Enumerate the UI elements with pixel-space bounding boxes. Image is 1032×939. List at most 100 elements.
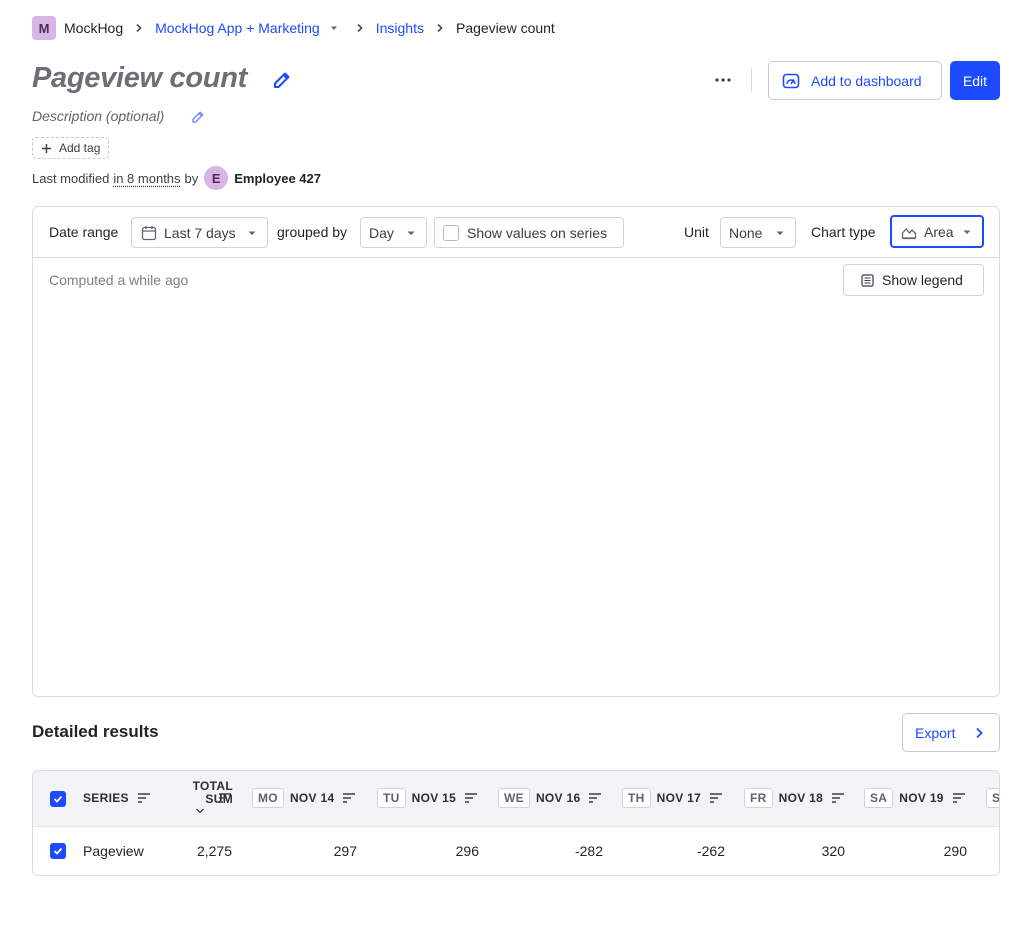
select-all-checkbox[interactable] (50, 791, 66, 807)
more-options-button[interactable] (706, 66, 740, 94)
last-modified-by: by (184, 170, 199, 186)
divider (751, 68, 752, 92)
caret-down-icon (960, 225, 974, 239)
chart-type-select[interactable]: Area (890, 215, 984, 248)
chevron-down-icon (195, 807, 205, 817)
user-name: Employee 427 (234, 170, 321, 186)
last-modified: Last modified in 8 months by E Employee … (32, 166, 321, 190)
breadcrumb: M MockHog MockHog App + Marketing Insigh… (32, 16, 555, 40)
column-day-0[interactable]: MO NOV 14 (252, 788, 356, 808)
breadcrumb-project[interactable]: MockHog App + Marketing (155, 20, 320, 36)
description-field[interactable]: Description (optional) (32, 108, 164, 124)
day-value: -282 (574, 843, 603, 859)
row-checkbox[interactable] (50, 843, 66, 859)
chevron-right-icon (348, 16, 372, 40)
dashboard-gauge-icon (781, 71, 801, 91)
series-name: Pageview (83, 843, 144, 859)
chart-canvas[interactable] (49, 307, 985, 682)
add-tag-label: Add tag (59, 141, 101, 155)
caret-down-icon (404, 226, 418, 240)
date-range-select[interactable]: Last 7 days (131, 217, 268, 248)
column-day-1[interactable]: TU NOV 15 (377, 788, 478, 808)
legend-icon (860, 273, 874, 287)
table-row[interactable]: Pageview 2,275 297 296 -282 -262 320 290 (33, 827, 999, 875)
sort-icon[interactable] (342, 791, 356, 805)
pencil-icon[interactable] (268, 66, 296, 94)
column-series[interactable]: SERIES (83, 791, 151, 805)
column-date: NOV 14 (289, 791, 335, 805)
chevron-right-icon (971, 725, 987, 741)
chevron-right-icon (428, 16, 452, 40)
show-values-label: Show values on series (467, 224, 608, 241)
show-values-toggle[interactable]: Show values on series (434, 217, 624, 248)
org-avatar[interactable]: M (32, 16, 56, 40)
chart-type-value: Area (924, 223, 954, 240)
sort-icon[interactable] (464, 791, 478, 805)
date-range-value: Last 7 days (164, 224, 236, 241)
column-day-6[interactable]: S (986, 788, 999, 808)
day-badge: FR (744, 788, 773, 808)
column-date: NOV 18 (778, 791, 824, 805)
sort-icon[interactable] (831, 791, 845, 805)
unit-value: None (729, 224, 763, 241)
column-series-label: SERIES (83, 791, 129, 805)
day-value: 290 (943, 843, 967, 859)
grouped-by-select[interactable]: Day (360, 217, 427, 248)
day-badge: TU (377, 788, 406, 808)
sort-icon[interactable] (588, 791, 602, 805)
day-badge: S (986, 788, 999, 808)
caret-down-icon (245, 226, 259, 240)
plus-icon (39, 141, 53, 155)
check-icon (53, 795, 63, 803)
sort-icon[interactable] (952, 791, 966, 805)
show-legend-button[interactable]: Show legend (843, 264, 984, 296)
edit-button[interactable]: Edit (950, 61, 1000, 100)
column-date: NOV 15 (411, 791, 457, 805)
day-badge: WE (498, 788, 530, 808)
avatar: E (204, 166, 229, 190)
check-icon (53, 847, 63, 855)
computed-status: Computed a while ago (49, 272, 189, 288)
sort-icon[interactable] (137, 791, 151, 805)
add-to-dashboard-button[interactable]: Add to dashboard (768, 61, 942, 100)
column-day-4[interactable]: FR NOV 18 (744, 788, 845, 808)
breadcrumb-insights[interactable]: Insights (376, 20, 424, 36)
total-value: 2,275 (196, 843, 232, 859)
breadcrumb-org[interactable]: MockHog (64, 20, 123, 36)
add-tag-button[interactable]: Add tag (32, 137, 110, 159)
day-value: 296 (455, 843, 479, 859)
column-date: NOV 16 (535, 791, 581, 805)
add-to-dashboard-label: Add to dashboard (811, 72, 922, 89)
area-chart-icon (900, 223, 918, 241)
day-value: 320 (821, 843, 845, 859)
caret-down-icon[interactable] (324, 16, 344, 40)
column-day-3[interactable]: TH NOV 17 (622, 788, 723, 808)
column-day-5[interactable]: SA NOV 19 (864, 788, 966, 808)
sort-icon[interactable] (219, 791, 233, 805)
calendar-icon (140, 224, 158, 242)
caret-down-icon (773, 226, 787, 240)
day-value: -262 (696, 843, 725, 859)
grouped-by-label: grouped by (277, 224, 348, 240)
column-date: NOV 19 (899, 791, 944, 805)
day-value: 297 (333, 843, 357, 859)
export-label: Export (915, 724, 956, 741)
last-modified-when: in 8 months (113, 170, 181, 186)
detailed-results-title: Detailed results (32, 722, 159, 741)
chevron-right-icon (127, 16, 151, 40)
day-badge: MO (252, 788, 284, 808)
unit-select[interactable]: None (720, 217, 796, 248)
unit-label: Unit (684, 224, 709, 240)
column-day-2[interactable]: WE NOV 16 (498, 788, 602, 808)
more-icon (715, 78, 731, 82)
checkbox[interactable] (443, 224, 459, 241)
page-title[interactable]: Pageview count (32, 62, 247, 95)
pencil-icon[interactable] (186, 105, 210, 129)
breadcrumb-current: Pageview count (455, 20, 555, 36)
insight-card: Date range Last 7 days grouped by Day Sh… (32, 206, 1000, 697)
last-modified-prefix: Last modified (32, 170, 110, 186)
export-button[interactable]: Export (902, 713, 1000, 752)
day-badge: SA (864, 788, 894, 808)
sort-icon[interactable] (709, 791, 723, 805)
show-legend-label: Show legend (882, 272, 963, 288)
